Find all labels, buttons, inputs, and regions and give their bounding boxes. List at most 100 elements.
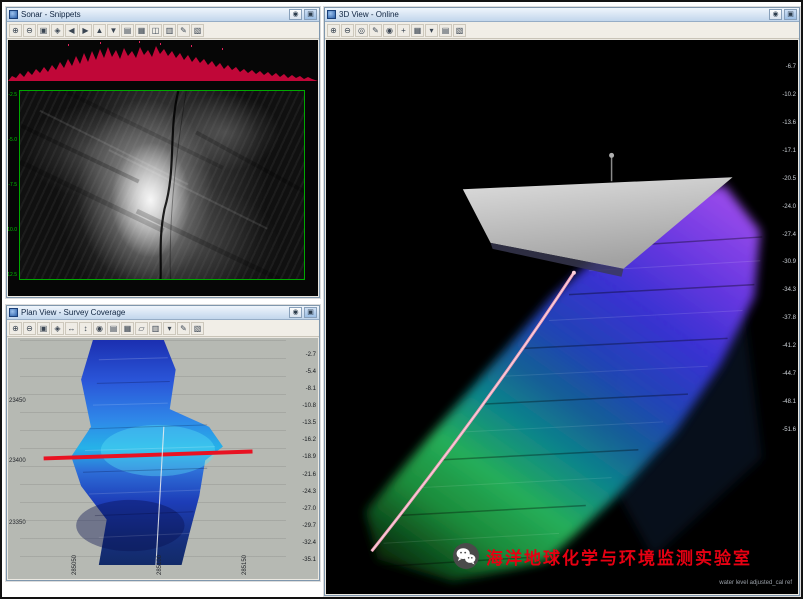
depth-tick: -41.2 — [782, 343, 796, 350]
axis-tick: -2.5 — [8, 92, 17, 98]
depth-tick: -18.9 — [302, 454, 316, 461]
view3d-status-text: water level adjusted_cal ref — [719, 580, 792, 586]
northing-tick: 23400 — [9, 458, 26, 464]
depth-tick: -30.9 — [782, 259, 796, 266]
survey-software-workspace: Sonar - Snippets ◉ ▣ ⊕ ⊖ ▣ ◈ ◀ ▶ ▲ ▼ ▤ ▦… — [0, 0, 803, 599]
zoom-in-icon[interactable]: ⊕ — [9, 322, 22, 335]
window-icon — [327, 10, 336, 19]
view3d-window: 3D View - Online ◉ ▣ ⊕ ⊖ ◎ ✎ ◉ + ▦ ▾ ▤ ▧ — [324, 7, 800, 596]
rotate-icon[interactable]: ◎ — [355, 24, 368, 37]
depth-tick: -24.0 — [782, 204, 796, 211]
plan-window-title: Plan View - Survey Coverage — [21, 308, 286, 317]
depth-tick: -21.6 — [302, 472, 316, 479]
boundary-icon[interactable]: ▱ — [135, 322, 148, 335]
annotate-icon[interactable]: ✎ — [177, 322, 190, 335]
depth-tick: -27.0 — [302, 506, 316, 513]
axis-tick: -12.5 — [8, 272, 17, 278]
depth-tick: -13.6 — [782, 120, 796, 127]
titlebar-buttons: ◉ ▣ — [289, 9, 317, 20]
depth-tick: -20.5 — [782, 176, 796, 183]
pan-horizontal-icon[interactable]: ↔ — [65, 322, 78, 335]
sonar-range-axis: -2.5 -5.0 -7.5 -10.0 -12.5 — [8, 90, 18, 280]
sonar-display[interactable]: -2.5 -5.0 -7.5 -10.0 -12.5 — [8, 40, 318, 296]
view3d-display[interactable]: -6.7 -10.2 -13.6 -17.1 -20.5 -24.0 -27.4… — [326, 40, 798, 594]
titlebar-buttons: ◉ ▣ — [769, 9, 797, 20]
window-anchor-button[interactable]: ◉ — [289, 9, 302, 20]
depth-tick: -24.3 — [302, 489, 316, 496]
layers-icon[interactable]: ▤ — [107, 322, 120, 335]
depth-tick: -51.6 — [782, 427, 796, 434]
pan-vertical-icon[interactable]: ↕ — [79, 322, 92, 335]
depth-tick: -8.1 — [306, 386, 316, 393]
pointer-icon[interactable]: ◈ — [51, 24, 64, 37]
zoom-window-icon[interactable]: ▣ — [37, 24, 50, 37]
settings-icon[interactable]: ▥ — [149, 322, 162, 335]
easting-tick: 285150 — [242, 555, 248, 575]
coverage-swath-graphic — [20, 340, 286, 565]
depth-tick: -44.7 — [782, 371, 796, 378]
matrix-icon[interactable]: ▦ — [121, 322, 134, 335]
zoom-out-icon[interactable]: ⊖ — [23, 24, 36, 37]
zoom-extent-icon[interactable]: ▣ — [37, 322, 50, 335]
add-icon[interactable]: + — [397, 24, 410, 37]
window-dock-button[interactable]: ▣ — [784, 9, 797, 20]
print-icon[interactable]: ▧ — [191, 322, 204, 335]
depth-tick: -2.7 — [306, 352, 316, 359]
depth-tick: -10.8 — [302, 403, 316, 410]
dropdown-icon[interactable]: ▾ — [425, 24, 438, 37]
axis-tick: -10.0 — [8, 227, 17, 233]
plan-view-window: Plan View - Survey Coverage ◉ ▣ ⊕ ⊖ ▣ ◈ … — [6, 305, 320, 581]
grid-icon[interactable]: ▦ — [135, 24, 148, 37]
gain-down-icon[interactable]: ▼ — [107, 24, 120, 37]
sonar-intensity-trace — [8, 40, 318, 86]
depth-tick: -29.7 — [302, 523, 316, 530]
depth-tick: -10.2 — [782, 92, 796, 99]
sonar-titlebar[interactable]: Sonar - Snippets ◉ ▣ — [7, 8, 319, 22]
sonar-toolbar: ⊕ ⊖ ▣ ◈ ◀ ▶ ▲ ▼ ▤ ▦ ◫ ▥ ✎ ▧ — [7, 22, 319, 39]
easting-tick: 285050 — [72, 555, 78, 575]
sonar-texture-overlay — [20, 91, 304, 279]
split-view-icon[interactable]: ◫ — [149, 24, 162, 37]
sonar-window-title: Sonar - Snippets — [21, 10, 286, 19]
window-anchor-button[interactable]: ◉ — [769, 9, 782, 20]
gain-up-icon[interactable]: ▲ — [93, 24, 106, 37]
prev-ping-icon[interactable]: ◀ — [65, 24, 78, 37]
sonar-window: Sonar - Snippets ◉ ▣ ⊕ ⊖ ▣ ◈ ◀ ▶ ▲ ▼ ▤ ▦… — [6, 7, 320, 298]
terrain-3d-graphic — [326, 40, 798, 594]
eye-icon[interactable]: ◉ — [383, 24, 396, 37]
northing-tick: 23350 — [9, 520, 26, 526]
northing-tick: 23450 — [9, 398, 26, 404]
zoom-out-icon[interactable]: ⊖ — [341, 24, 354, 37]
depth-tick: -37.8 — [782, 315, 796, 322]
settings-icon[interactable]: ▥ — [163, 24, 176, 37]
view3d-toolbar: ⊕ ⊖ ◎ ✎ ◉ + ▦ ▾ ▤ ▧ — [325, 22, 799, 39]
plan-display[interactable]: -2.7 -5.4 -8.1 -10.8 -13.5 -16.2 -18.9 -… — [8, 338, 318, 579]
annotate-icon[interactable]: ✎ — [177, 24, 190, 37]
window-dock-button[interactable]: ▣ — [304, 307, 317, 318]
view3d-window-title: 3D View - Online — [339, 10, 766, 19]
depth-tick: -13.5 — [302, 420, 316, 427]
coverage-map[interactable] — [20, 340, 286, 565]
window-dock-button[interactable]: ▣ — [304, 9, 317, 20]
snapshot-icon[interactable]: ▧ — [453, 24, 466, 37]
window-icon — [9, 308, 18, 317]
depth-tick: -34.3 — [782, 287, 796, 294]
folder-icon[interactable]: ▤ — [439, 24, 452, 37]
sonar-waterfall-frame — [19, 90, 305, 280]
layout-icon[interactable]: ▤ — [121, 24, 134, 37]
axis-tick: -7.5 — [8, 182, 17, 188]
zoom-in-icon[interactable]: ⊕ — [327, 24, 340, 37]
print-icon[interactable]: ▧ — [191, 24, 204, 37]
zoom-in-icon[interactable]: ⊕ — [9, 24, 22, 37]
matrix-icon[interactable]: ▦ — [411, 24, 424, 37]
zoom-out-icon[interactable]: ⊖ — [23, 322, 36, 335]
target-icon[interactable]: ◉ — [93, 322, 106, 335]
next-ping-icon[interactable]: ▶ — [79, 24, 92, 37]
pointer-icon[interactable]: ◈ — [51, 322, 64, 335]
view3d-titlebar[interactable]: 3D View - Online ◉ ▣ — [325, 8, 799, 22]
plan-titlebar[interactable]: Plan View - Survey Coverage ◉ ▣ — [7, 306, 319, 320]
dropdown-icon[interactable]: ▾ — [163, 322, 176, 335]
draw-icon[interactable]: ✎ — [369, 24, 382, 37]
titlebar-buttons: ◉ ▣ — [289, 307, 317, 318]
window-anchor-button[interactable]: ◉ — [289, 307, 302, 318]
